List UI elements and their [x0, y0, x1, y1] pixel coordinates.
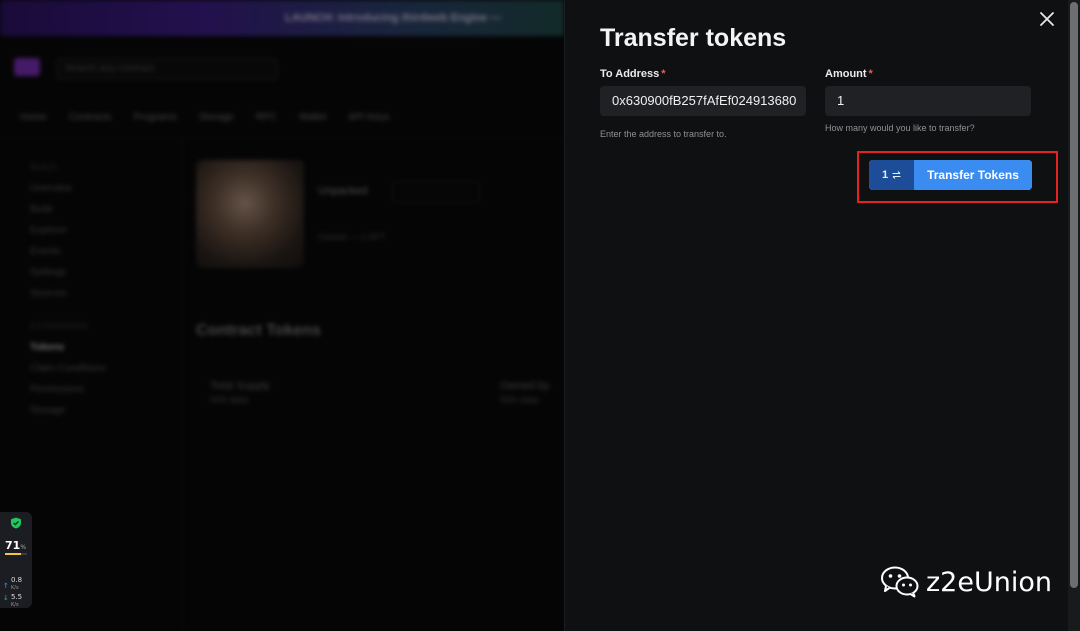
- upload-arrow-icon: ↑: [3, 582, 9, 590]
- required-marker: *: [661, 68, 666, 80]
- screen: LAUNCH: Introducing thirdweb Engine — Se…: [0, 0, 1080, 631]
- nav-item-wallet[interactable]: Wallet: [299, 112, 326, 123]
- to-address-label: To Address *: [600, 68, 666, 80]
- stat-total-supply: Total Supply N/A data: [210, 380, 270, 406]
- watermark: z2eUnion: [880, 565, 1052, 599]
- sidebar-section-extensions: Extensions: [30, 321, 89, 331]
- amount-helper: How many would you like to transfer?: [825, 123, 975, 133]
- sidebar-item[interactable]: Overview: [30, 183, 180, 204]
- upload-rate: 0.8 K/s: [11, 576, 22, 592]
- nav-item-rpc[interactable]: RPC: [256, 112, 277, 123]
- shield-check-icon: [11, 517, 21, 529]
- sidebar-item[interactable]: Build: [30, 204, 180, 225]
- usage-bar: [5, 553, 27, 555]
- sidebar-item-tokens[interactable]: Tokens: [30, 342, 180, 363]
- sidebar-item[interactable]: Settings: [30, 267, 180, 288]
- amount-label-text: Amount: [825, 68, 867, 80]
- download-arrow-icon: ↓: [3, 594, 9, 602]
- transaction-count: 1: [881, 169, 889, 181]
- transfer-arrows-icon: [892, 171, 901, 179]
- top-nav: Home Contracts Programs Storage RPC Wall…: [20, 112, 390, 123]
- sidebar-section-build: Build: [30, 162, 57, 172]
- amount-input[interactable]: 1: [825, 86, 1031, 116]
- stat-label: Total Supply: [210, 380, 270, 392]
- announcement-text: LAUNCH: Introducing thirdweb Engine —: [285, 12, 502, 24]
- stat-value: N/A data: [500, 395, 539, 406]
- nft-thumbnail[interactable]: [196, 160, 304, 268]
- sidebar-item[interactable]: Claim Conditions: [30, 363, 180, 384]
- required-marker: *: [868, 68, 873, 80]
- nav-divider: [0, 138, 564, 139]
- transaction-count-badge: 1: [869, 160, 914, 190]
- transfer-tokens-label: Transfer Tokens: [914, 160, 1032, 190]
- sidebar-divider: [182, 140, 183, 631]
- usage-percent-value: 71: [5, 539, 21, 552]
- nft-name: Unpacked: [318, 185, 368, 197]
- sidebar-item[interactable]: Storage: [30, 405, 180, 426]
- nav-item-api-keys[interactable]: API Keys: [348, 112, 389, 123]
- sidebar-item[interactable]: Permissions: [30, 384, 180, 405]
- nav-item-storage[interactable]: Storage: [199, 112, 234, 123]
- usage-bar-fill: [5, 553, 21, 555]
- usage-percent-unit: %: [20, 544, 27, 551]
- scrollbar-thumb[interactable]: [1070, 2, 1078, 588]
- usage-percent: 71%: [5, 539, 26, 552]
- amount-label: Amount *: [825, 68, 873, 80]
- stat-value: N/A data: [210, 395, 249, 406]
- to-address-label-text: To Address: [600, 68, 660, 80]
- sidebar-item[interactable]: Events: [30, 246, 180, 267]
- download-rate-value: 5.5: [11, 593, 23, 601]
- stat-label: Owned by: [500, 380, 550, 392]
- upload-rate-unit: K/s: [11, 585, 19, 591]
- logo: [14, 58, 40, 76]
- nft-owned-info: Owned — 1 NFT: [318, 232, 386, 242]
- announcement-bar[interactable]: LAUNCH: Introducing thirdweb Engine —: [0, 0, 564, 36]
- download-rate: 5.5 K/s: [11, 593, 22, 609]
- contract-tokens-heading: Contract Tokens: [196, 322, 322, 339]
- nav-item-contracts[interactable]: Contracts: [69, 112, 112, 123]
- view-token-chip[interactable]: [392, 181, 480, 203]
- transfer-tokens-button[interactable]: 1 Transfer Tokens: [869, 160, 1032, 190]
- drawer-title: Transfer tokens: [600, 24, 787, 52]
- close-button[interactable]: [1037, 9, 1057, 29]
- network-status-widget[interactable]: 71% ↑ 0.8 K/s ↓ 5.5 K/s: [0, 512, 32, 608]
- stat-owned-by: Owned by N/A data: [500, 380, 550, 406]
- sidebar-item[interactable]: Sources: [30, 288, 180, 309]
- sidebar: Build Overview Build Explorer Events Set…: [30, 162, 180, 426]
- nav-item-home[interactable]: Home: [20, 112, 47, 123]
- search-box[interactable]: Search any contract: [56, 58, 278, 80]
- nav-item-programs[interactable]: Programs: [133, 112, 176, 123]
- to-address-helper: Enter the address to transfer to.: [600, 129, 727, 139]
- download-rate-unit: K/s: [11, 602, 19, 608]
- upload-rate-value: 0.8: [11, 576, 23, 584]
- close-icon: [1040, 12, 1054, 26]
- to-address-input[interactable]: 0x630900fB257fAfEf024913680: [600, 86, 806, 116]
- watermark-text: z2eUnion: [926, 566, 1052, 598]
- search-placeholder: Search any contract: [65, 63, 154, 74]
- wechat-icon: [881, 566, 919, 598]
- sidebar-item[interactable]: Explorer: [30, 225, 180, 246]
